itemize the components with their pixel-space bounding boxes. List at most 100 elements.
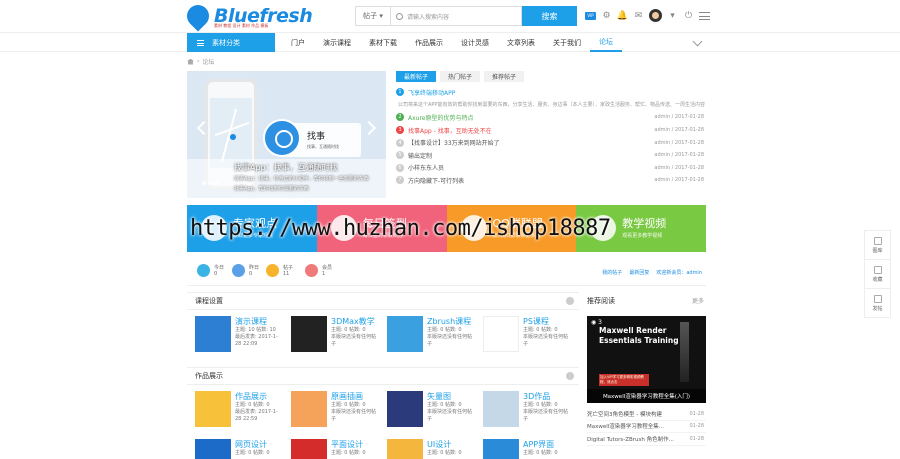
board-name[interactable]: 作品展示 <box>235 391 267 402</box>
image-slider[interactable]: 找事 找事，互通随时找 找事App：找事，互通随时找 找事App：找事，你身边的… <box>187 71 386 198</box>
board-name[interactable]: PS课程 <box>523 316 549 327</box>
recommend-more-link[interactable]: 更多 <box>692 296 704 305</box>
post-row[interactable]: 公司将来这个APP能有效的帮助你找到需要的东西，分享生活、服务、身边事（本人主要… <box>396 99 706 112</box>
recommend-title[interactable]: 死亡空间3角色模型 - 模块构建 <box>587 410 662 418</box>
post-tab[interactable]: 推荐帖子 <box>484 71 525 82</box>
stats-link[interactable]: 我的帖子 <box>602 269 622 276</box>
post-title[interactable]: 找事App - 找事，互助无处不在 <box>408 126 492 135</box>
board-thumbnail[interactable] <box>195 316 231 352</box>
chevron-down-icon[interactable]: ▾ <box>667 10 678 21</box>
recommend-row[interactable]: Digital Tutors-ZBrush 角色制作... 01-28 <box>587 433 706 446</box>
menu-icon[interactable] <box>699 11 710 20</box>
post-title[interactable]: 【找事设计】33万来到网站开始了 <box>408 138 500 147</box>
post-title[interactable]: 输出定制 <box>408 151 432 160</box>
recommend-row[interactable]: 死亡空间3角色模型 - 模块构建 01-28 <box>587 408 706 421</box>
board-name[interactable]: 平面设计 <box>331 439 363 450</box>
nav-item[interactable]: 文章列表 <box>498 33 544 52</box>
collapse-icon[interactable] <box>566 372 574 380</box>
board-thumbnail[interactable] <box>291 439 327 459</box>
mail-icon[interactable]: ✉ <box>633 10 644 21</box>
post-title[interactable]: 小样东东人员 <box>408 163 444 172</box>
post-row[interactable]: 7 方向隐藏下-可行列表 admin / 2017-01-28 <box>396 174 706 187</box>
post-row[interactable]: 2 Axure原型的优势与特点 admin / 2017-01-28 <box>396 111 706 124</box>
home-icon[interactable] <box>187 58 194 65</box>
chevron-down-icon[interactable] <box>692 36 703 47</box>
category-menu-button[interactable]: 素材分类 <box>187 33 275 52</box>
forum-board[interactable]: 演示课程 主题: 10 帖数: 10 最后发表: 2017-1-28 22:09 <box>187 310 283 358</box>
board-name[interactable]: 原画插画 <box>331 391 363 402</box>
post-row[interactable]: 1 飞享终端移动APP <box>396 86 706 99</box>
post-row[interactable]: 4 【找事设计】33万来到网站开始了 admin / 2017-01-28 <box>396 136 706 149</box>
forum-board[interactable]: 矢量图 主题: 0 帖数: 0 本版块还没有任何帖子 <box>379 385 475 433</box>
board-thumbnail[interactable] <box>387 391 423 427</box>
post-title[interactable]: 方向隐藏下-可行列表 <box>408 176 464 185</box>
board-thumbnail[interactable] <box>387 439 423 459</box>
forum-board[interactable]: 3DMax教学 主题: 0 帖数: 0 本版块还没有任何帖子 <box>283 310 379 358</box>
nav-item[interactable]: 作品展示 <box>406 33 452 52</box>
forum-board[interactable]: 平面设计 主题: 0 帖数: 0 <box>283 433 379 459</box>
board-name[interactable]: 演示课程 <box>235 316 267 327</box>
board-thumbnail[interactable] <box>387 316 423 352</box>
forum-board[interactable]: UI设计 主题: 0 帖数: 0 <box>379 433 475 459</box>
site-logo[interactable]: Bluefresh 素材 教程 设计 素材 作品 模板 <box>182 0 313 32</box>
forum-board[interactable]: 网页设计 主题: 0 帖数: 0 <box>187 433 283 459</box>
recommend-video[interactable]: ◉ 3 Maxwell Render Essentials Training 加… <box>587 316 706 403</box>
post-row[interactable]: 5 输出定制 admin / 2017-01-28 <box>396 149 706 162</box>
nav-item[interactable]: 论坛 <box>590 33 622 52</box>
forum-board[interactable]: PS课程 主题: 0 帖数: 0 本版块还没有任何帖子 <box>475 310 571 358</box>
collapse-icon[interactable] <box>566 297 574 305</box>
board-thumbnail[interactable] <box>483 439 519 459</box>
post-tab[interactable]: 最新帖子 <box>396 71 437 82</box>
post-row[interactable]: 6 小样东东人员 admin / 2017-01-28 <box>396 162 706 175</box>
board-thumbnail[interactable] <box>195 391 231 427</box>
vip-icon[interactable]: VIP <box>585 11 596 20</box>
forum-board[interactable]: 作品展示 主题: 0 帖数: 0 最后发表: 2017-1-28 22:59 <box>187 385 283 433</box>
recommend-title[interactable]: Digital Tutors-ZBrush 角色制作... <box>587 435 674 443</box>
forum-board[interactable]: 3D作品 主题: 0 帖数: 0 本版块还没有任何帖子 <box>475 385 571 433</box>
board-thumbnail[interactable] <box>483 316 519 352</box>
post-row[interactable]: 3 找事App - 找事，互助无处不在 admin / 2017-01-28 <box>396 124 706 137</box>
board-name[interactable]: UI设计 <box>427 439 451 450</box>
board-name[interactable]: Zbrush课程 <box>427 316 471 327</box>
stats-link[interactable]: 最新回复 <box>629 269 649 276</box>
float-item[interactable]: 发帖 <box>865 289 890 318</box>
board-name[interactable]: 3DMax教学 <box>331 316 375 327</box>
nav-item[interactable]: 关于我们 <box>544 33 590 52</box>
float-item[interactable]: 图库 <box>865 231 890 260</box>
board-name[interactable]: 3D作品 <box>523 391 550 402</box>
forum-board[interactable]: APP界面 主题: 0 帖数: 0 <box>475 433 571 459</box>
nav-item[interactable]: 设计灵感 <box>452 33 498 52</box>
bell-icon[interactable]: 🔔 <box>617 10 628 21</box>
post-tab[interactable]: 热门帖子 <box>440 71 481 82</box>
slide-caption[interactable]: 找事App：找事，互通随时找 找事App：找事，你身边的小助手，帮你找到一些想要… <box>187 159 386 198</box>
board-thumbnail[interactable] <box>195 439 231 459</box>
board-name[interactable]: 网页设计 <box>235 439 267 450</box>
search-type-select[interactable]: 帖子 ▾ <box>355 6 390 26</box>
slider-dot[interactable] <box>202 181 206 185</box>
recommend-title[interactable]: Maxwell渲染器学习教程全集... <box>587 422 664 430</box>
nav-item[interactable]: 门户 <box>282 33 314 52</box>
board-thumbnail[interactable] <box>291 316 327 352</box>
forum-board[interactable]: Zbrush课程 主题: 0 帖数: 0 本版块还没有任何帖子 <box>379 310 475 358</box>
float-item[interactable]: 收藏 <box>865 260 890 289</box>
nav-item[interactable]: 素材下载 <box>360 33 406 52</box>
avatar[interactable] <box>649 9 662 22</box>
post-title[interactable]: 飞享终端移动APP <box>408 88 455 97</box>
search-input[interactable]: 请输入搜索内容 <box>390 6 522 26</box>
slider-dot[interactable] <box>214 181 218 185</box>
slider-next-icon[interactable] <box>361 120 377 136</box>
forum-board[interactable]: 原画插画 主题: 0 帖数: 0 本版块还没有任何帖子 <box>283 385 379 433</box>
board-thumbnail[interactable] <box>291 391 327 427</box>
board-name[interactable]: 矢量图 <box>427 391 451 402</box>
board-thumbnail[interactable] <box>483 391 519 427</box>
post-title[interactable]: Axure原型的优势与特点 <box>408 113 474 122</box>
breadcrumb-current[interactable]: 论坛 <box>202 57 214 66</box>
stats-link[interactable]: 欢迎新会员：admin <box>656 269 702 276</box>
nav-item[interactable]: 演示课程 <box>314 33 360 52</box>
recommend-row[interactable]: Maxwell渲染器学习教程全集... 01-28 <box>587 421 706 434</box>
slider-dot[interactable] <box>208 181 212 185</box>
board-name[interactable]: APP界面 <box>523 439 554 450</box>
gear-icon[interactable]: ⚙ <box>601 10 612 21</box>
search-button[interactable]: 搜索 <box>522 6 577 26</box>
power-icon[interactable]: ⏻ <box>683 10 694 21</box>
